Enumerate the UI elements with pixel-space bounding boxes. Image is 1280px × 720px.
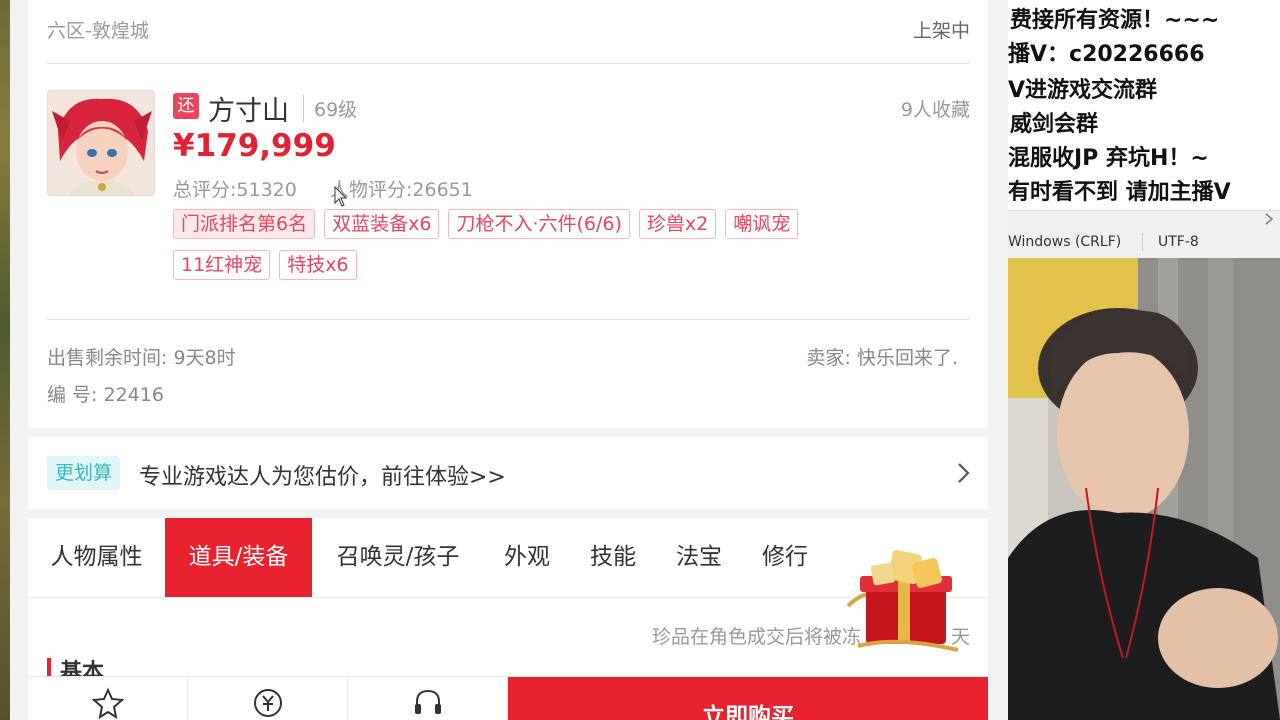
yen-coin-icon <box>254 689 282 717</box>
return-badge: 还 <box>173 93 199 119</box>
game-window-edge <box>0 0 10 720</box>
tab-treasure[interactable]: 法宝 <box>656 518 742 597</box>
school-name: 方寸山 <box>208 96 289 127</box>
item-number: 编 号: 22416 <box>47 384 164 406</box>
bottom-action-bar: 立即购买 <box>28 676 988 720</box>
frozen-notice-text: 珍品在角色成交后将被冻 <box>651 626 861 648</box>
tag-item: 门派排名第6名 <box>173 209 316 239</box>
tag-item: 11红神宠 <box>173 250 271 280</box>
divider <box>1142 233 1143 251</box>
favorites-count: 9人收藏 <box>900 99 970 121</box>
tab-appearance[interactable]: 外观 <box>484 518 570 597</box>
tab-cultivation[interactable]: 修行 <box>742 518 828 597</box>
avatar[interactable] <box>47 90 155 196</box>
star-icon <box>92 687 124 719</box>
stream-text-overlay: 费接所有资源！~~~ 播V：c20226666 V进游戏交流群 威剑会群 混服收… <box>1008 0 1280 210</box>
webcam-feed <box>1008 258 1280 720</box>
headset-icon <box>415 689 441 714</box>
trade-app: 六区-敦煌城 上架中 还 方寸山 69级 9人收藏 ¥179,999 总评分:5… <box>10 0 1008 720</box>
appraise-text: 专业游戏达人为您估价，前往体验>> <box>139 465 506 490</box>
listing-card: 六区-敦煌城 上架中 还 方寸山 69级 9人收藏 ¥179,999 总评分:5… <box>28 0 988 428</box>
price: ¥179,999 <box>173 128 336 164</box>
tag-item: 刀枪不入·六件(6/6) <box>448 209 630 239</box>
tag-item: 双蓝装备x6 <box>324 209 440 239</box>
scroll-right-icon[interactable] <box>1264 213 1274 225</box>
total-score: 总评分:51320 <box>173 179 297 201</box>
server-label: 六区-敦煌城 <box>47 20 149 42</box>
buy-now-button[interactable]: 立即购买 <box>508 677 988 720</box>
tab-equipment[interactable]: 道具/装备 <box>165 518 312 597</box>
mouse-cursor-icon <box>334 186 348 207</box>
tab-attributes[interactable]: 人物属性 <box>28 518 165 597</box>
appraise-tag: 更划算 <box>47 456 121 490</box>
appraise-banner[interactable]: 更划算 专业游戏达人为您估价，前往体验>> <box>28 437 988 509</box>
favorite-button[interactable] <box>28 677 188 720</box>
divider <box>47 319 970 320</box>
sale-time-remaining: 出售剩余时间: 9天8时 <box>47 347 236 369</box>
overlay-line: 有时看不到 请加主播V <box>1008 180 1231 205</box>
tag-item: 嘲讽宠 <box>725 209 799 239</box>
encoding-status[interactable]: UTF-8 <box>1158 234 1199 250</box>
status-badge: 上架中 <box>912 20 970 42</box>
overlay-line: 播V：c20226666 <box>1008 42 1205 67</box>
overlay-line: V进游戏交流群 <box>1008 78 1158 103</box>
chevron-right-icon <box>958 463 970 483</box>
tag-item: 特技x6 <box>279 250 357 280</box>
divider <box>47 63 970 64</box>
line-ending-status[interactable]: Windows (CRLF) <box>1008 234 1121 250</box>
tab-skills[interactable]: 技能 <box>570 518 656 597</box>
editor-status-bar: Windows (CRLF) UTF-8 <box>1008 210 1280 258</box>
bargain-button[interactable] <box>188 677 348 720</box>
overlay-line: 费接所有资源！~~~ <box>1010 8 1220 33</box>
tag-list: 门派排名第6名 双蓝装备x6 刀枪不入·六件(6/6) 珍兽x2 嘲讽宠 11红神宠 特技x… <box>173 209 873 291</box>
tag-item: 珍兽x2 <box>638 209 717 239</box>
seller-name[interactable]: 卖家: 快乐回来了. <box>807 343 958 370</box>
character-score: 人物评分:26651 <box>330 179 473 201</box>
overlay-line: 威剑会群 <box>1010 112 1099 137</box>
gift-box-icon[interactable] <box>838 546 968 656</box>
customer-service-button[interactable] <box>348 677 508 720</box>
character-level: 69级 <box>303 95 357 122</box>
tab-summons[interactable]: 召唤灵/孩子 <box>312 518 484 597</box>
overlay-line: 混服收JP 弃坑H！~ <box>1008 146 1209 171</box>
